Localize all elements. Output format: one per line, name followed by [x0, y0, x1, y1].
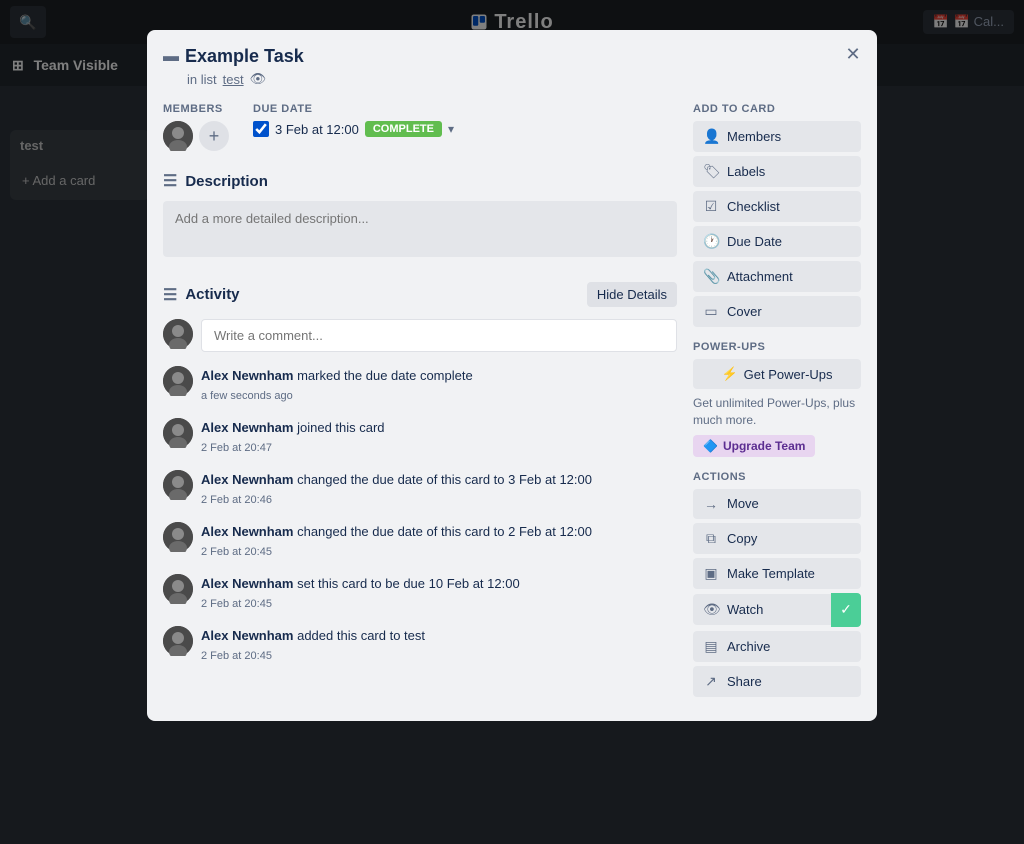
due-date-icon: 🕐 — [703, 233, 719, 250]
comment-input[interactable] — [201, 319, 677, 352]
copy-button[interactable]: ⧉ Copy — [693, 523, 861, 554]
activity-user-avatar — [163, 574, 193, 604]
watch-check-button[interactable]: ✓ — [831, 593, 861, 627]
cover-button[interactable]: ▭ Cover — [693, 296, 861, 327]
archive-icon: ▤ — [703, 638, 719, 655]
attachment-button[interactable]: 📎 Attachment — [693, 261, 861, 292]
watch-checkmark-icon: ✓ — [840, 601, 852, 618]
move-icon: → — [703, 496, 719, 512]
due-date-row: 3 Feb at 12:00 COMPLETE ▾ — [253, 121, 454, 137]
activity-text: Alex Newnham changed the due date of thi… — [201, 470, 677, 508]
close-button[interactable]: ✕ — [839, 40, 867, 68]
members-row: + — [163, 121, 229, 151]
due-date-button[interactable]: 🕐 Due Date — [693, 226, 861, 257]
due-date-text: 3 Feb at 12:00 — [275, 122, 359, 137]
labels-icon: 🏷 — [703, 163, 719, 180]
modal-main: MEMBERS + — [163, 103, 677, 701]
activity-user-avatar — [163, 418, 193, 448]
complete-badge: COMPLETE — [365, 121, 442, 137]
comment-row — [163, 319, 677, 352]
make-template-icon: ▣ — [703, 565, 719, 582]
activity-text: Alex Newnham added this card to test 2 F… — [201, 626, 677, 664]
meta-row: MEMBERS + — [163, 103, 677, 151]
watch-eye-icon[interactable]: 👁 — [250, 71, 267, 87]
activity-item: Alex Newnham marked the due date complet… — [163, 366, 677, 404]
share-icon: ↗ — [703, 673, 719, 690]
cover-icon: ▭ — [703, 303, 719, 320]
members-label: MEMBERS — [163, 103, 229, 115]
watch-icon: 👁 — [703, 601, 719, 618]
members-button[interactable]: 👤 Members — [693, 121, 861, 152]
power-ups-desc: Get unlimited Power-Ups, plus much more. — [693, 395, 861, 429]
members-icon: 👤 — [703, 128, 719, 145]
upgrade-icon: 🔷 — [703, 439, 718, 453]
activity-user-avatar — [163, 366, 193, 396]
activity-text: Alex Newnham joined this card 2 Feb at 2… — [201, 418, 677, 456]
archive-button[interactable]: ▤ Archive — [693, 631, 861, 662]
move-button[interactable]: → Move — [693, 489, 861, 519]
due-date-checkbox[interactable] — [253, 121, 269, 137]
activity-header: ☰ Activity Hide Details — [163, 282, 677, 307]
activity-item: Alex Newnham set this card to be due 10 … — [163, 574, 677, 612]
due-date-chevron-icon[interactable]: ▾ — [448, 122, 454, 136]
modal-overlay: ✕ ▬ Example Task in list test 👁 MEMBERS — [0, 0, 1024, 844]
activity-item: Alex Newnham added this card to test 2 F… — [163, 626, 677, 664]
watch-button[interactable]: 👁 Watch — [693, 594, 831, 625]
modal-body: MEMBERS + — [163, 103, 861, 701]
hide-details-button[interactable]: Hide Details — [587, 282, 677, 307]
add-to-card-label: ADD TO CARD — [693, 103, 861, 115]
attachment-icon: 📎 — [703, 268, 719, 285]
actions-label: ACTIONS — [693, 471, 861, 483]
activity-user-avatar — [163, 626, 193, 656]
watch-row: 👁 Watch ✓ — [693, 593, 861, 627]
description-icon: ☰ — [163, 171, 177, 191]
modal-title-row: ▬ Example Task — [163, 46, 861, 67]
activity-user-avatar — [163, 522, 193, 552]
power-ups-label: POWER-UPS — [693, 341, 861, 353]
copy-icon: ⧉ — [703, 530, 719, 547]
activity-item: Alex Newnham joined this card 2 Feb at 2… — [163, 418, 677, 456]
share-button[interactable]: ↗ Share — [693, 666, 861, 697]
power-ups-icon: ⚡ — [721, 366, 737, 382]
card-title[interactable]: Example Task — [185, 46, 304, 67]
due-date-section: DUE DATE 3 Feb at 12:00 COMPLETE ▾ — [253, 103, 454, 151]
activity-item: Alex Newnham changed the due date of thi… — [163, 522, 677, 560]
due-date-label: DUE DATE — [253, 103, 454, 115]
add-member-button[interactable]: + — [199, 121, 229, 151]
activity-text: Alex Newnham set this card to be due 10 … — [201, 574, 677, 612]
list-link[interactable]: test — [223, 72, 244, 87]
checklist-button[interactable]: ☑ Checklist — [693, 191, 861, 222]
card-modal: ✕ ▬ Example Task in list test 👁 MEMBERS — [147, 30, 877, 721]
description-textarea[interactable] — [163, 201, 677, 257]
card-icon: ▬ — [163, 48, 179, 66]
activity-section-title: ☰ Activity — [163, 285, 240, 305]
activity-user-avatar — [163, 470, 193, 500]
get-power-ups-button[interactable]: ⚡ Get Power-Ups — [693, 359, 861, 389]
comment-avatar — [163, 319, 193, 349]
upgrade-team-button[interactable]: 🔷 Upgrade Team — [693, 435, 815, 457]
activity-list: Alex Newnham marked the due date complet… — [163, 366, 677, 664]
modal-subtitle: in list test 👁 — [187, 71, 861, 87]
checklist-icon: ☑ — [703, 198, 719, 215]
activity-item: Alex Newnham changed the due date of thi… — [163, 470, 677, 508]
members-section: MEMBERS + — [163, 103, 229, 151]
activity-icon: ☰ — [163, 285, 177, 305]
make-template-button[interactable]: ▣ Make Template — [693, 558, 861, 589]
activity-text: Alex Newnham changed the due date of thi… — [201, 522, 677, 560]
description-section-title: ☰ Description — [163, 171, 677, 191]
modal-sidebar: ADD TO CARD 👤 Members 🏷 Labels ☑ Checkli… — [693, 103, 861, 701]
avatar[interactable] — [163, 121, 193, 151]
activity-text: Alex Newnham marked the due date complet… — [201, 366, 677, 404]
labels-button[interactable]: 🏷 Labels — [693, 156, 861, 187]
